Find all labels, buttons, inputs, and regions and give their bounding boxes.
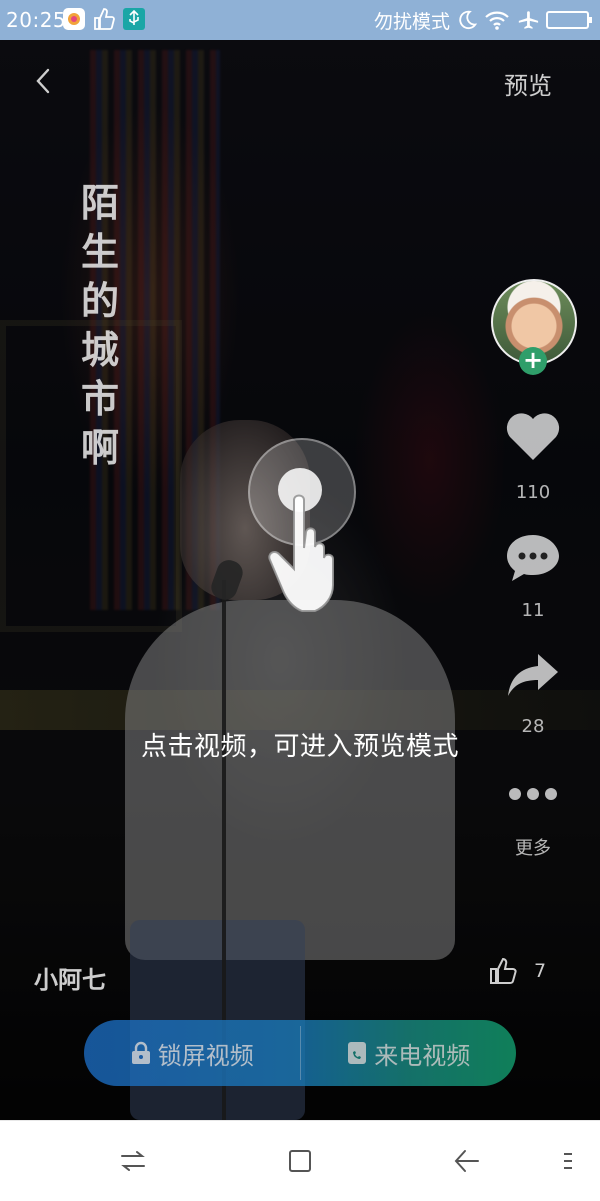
back-icon[interactable] xyxy=(28,66,58,96)
wifi-icon xyxy=(485,11,509,30)
app-notification-icon xyxy=(63,8,85,30)
like-action[interactable]: 110 xyxy=(500,410,566,503)
dnd-label: 勿扰模式 xyxy=(373,10,450,33)
thumbs-up-icon[interactable] xyxy=(488,956,518,986)
preview-button[interactable]: 预览 xyxy=(504,66,552,101)
caller-video-label: 来电视频 xyxy=(374,1041,471,1070)
nav-back-icon[interactable] xyxy=(451,1145,483,1177)
nav-switch-icon[interactable] xyxy=(117,1145,149,1177)
creator-username[interactable]: 小阿七 xyxy=(34,960,106,995)
more-dots-icon[interactable] xyxy=(505,782,561,806)
more-label: 更多 xyxy=(515,838,551,859)
nav-home-icon[interactable] xyxy=(284,1145,316,1177)
lock-screen-video-button[interactable]: 锁屏视频 xyxy=(84,1020,300,1086)
more-action[interactable]: 更多 xyxy=(500,782,566,860)
status-time: 20:25 xyxy=(6,8,67,32)
comment-action[interactable]: 11 xyxy=(500,532,566,621)
video-caption-vertical: 陌生的城市啊 xyxy=(80,180,119,470)
lock-screen-video-label: 锁屏视频 xyxy=(157,1041,254,1070)
comment-count: 11 xyxy=(521,600,545,621)
phone-video-icon xyxy=(348,1042,367,1064)
battery-icon xyxy=(546,11,592,29)
comment-icon[interactable] xyxy=(504,532,562,584)
nav-menu-icon[interactable] xyxy=(552,1145,584,1177)
thumbs-up-count: 7 xyxy=(534,960,547,982)
airplane-icon xyxy=(518,11,539,29)
like-count-rail: 110 xyxy=(515,482,551,503)
lock-icon xyxy=(131,1041,150,1064)
share-icon[interactable] xyxy=(504,650,562,700)
creator-avatar-group[interactable]: + xyxy=(491,279,577,375)
caller-video-button[interactable]: 来电视频 xyxy=(301,1020,517,1086)
system-nav-bar xyxy=(0,1120,600,1201)
set-video-action-bar: 锁屏视频 来电视频 xyxy=(84,1020,516,1086)
pointing-hand-icon xyxy=(268,494,334,612)
follow-button[interactable]: + xyxy=(519,347,547,375)
status-right: 勿扰模式 xyxy=(374,6,594,34)
share-action[interactable]: 28 xyxy=(500,650,566,737)
usb-icon xyxy=(123,8,145,30)
heart-icon[interactable] xyxy=(504,410,562,462)
status-bar: 20:25 勿扰模式 xyxy=(0,0,600,40)
preview-hint-text: 点击视频，可进入预览模式 xyxy=(140,732,459,762)
thumbs-up-notification-icon xyxy=(94,8,115,30)
moon-icon xyxy=(459,10,478,30)
